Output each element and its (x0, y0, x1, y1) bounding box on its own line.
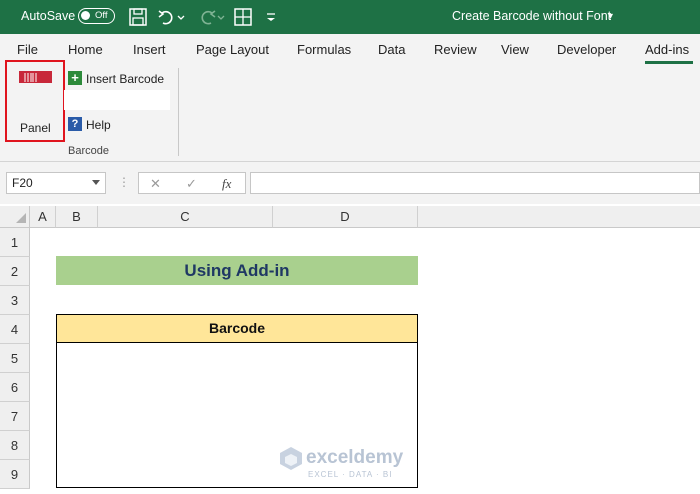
panel-label: Panel (20, 121, 51, 135)
group-separator (178, 68, 179, 156)
select-all-triangle (16, 213, 26, 223)
formula-bar-grip-icon: ⋮ (118, 175, 130, 189)
customize-toolbar-icon[interactable] (262, 6, 284, 28)
ribbon-tabs: File Home Insert Page Layout Formulas Da… (0, 34, 700, 64)
redo-icon[interactable] (196, 6, 218, 28)
autosave-state: Off (95, 10, 108, 21)
exceldemy-logo-icon (278, 445, 304, 474)
tab-data[interactable]: Data (378, 42, 405, 57)
row-header-8[interactable]: 8 (0, 431, 30, 460)
tab-developer[interactable]: Developer (557, 42, 616, 57)
insert-barcode-icon[interactable]: + (68, 71, 82, 85)
save-icon[interactable] (127, 6, 149, 28)
enter-icon[interactable]: ✓ (186, 176, 197, 192)
autosave-label: AutoSave (21, 9, 76, 23)
cancel-icon[interactable]: ✕ (150, 176, 161, 192)
title-cell[interactable]: Using Add-in (56, 256, 418, 285)
name-box[interactable]: F20 (6, 172, 106, 194)
help-button[interactable]: Help (86, 118, 111, 132)
title-bar: AutoSave Off Create Barcode without Font… (0, 0, 700, 34)
row-header-7[interactable]: 7 (0, 402, 30, 431)
row-header-4[interactable]: 4 (0, 315, 30, 344)
row-header-6[interactable]: 6 (0, 373, 30, 402)
column-header-d[interactable]: D (273, 206, 418, 228)
watermark-tagline: EXCEL · DATA · BI (308, 470, 393, 479)
column-header-blank (418, 206, 700, 228)
insert-function-icon[interactable]: fx (222, 176, 231, 192)
title-dropdown-icon[interactable]: ▾ (608, 11, 613, 22)
barcode-panel-icon (19, 71, 52, 83)
row-header-3[interactable]: 3 (0, 286, 30, 315)
insert-barcode-button[interactable]: Insert Barcode (86, 72, 164, 86)
tab-page-layout[interactable]: Page Layout (196, 42, 269, 57)
barcode-input[interactable] (64, 90, 170, 110)
help-icon[interactable]: ? (68, 117, 82, 131)
autosave-toggle[interactable]: Off (78, 8, 115, 24)
formula-input[interactable] (250, 172, 700, 194)
tab-home[interactable]: Home (68, 42, 103, 57)
document-title[interactable]: Create Barcode without Font (452, 9, 611, 23)
row-header-5[interactable]: 5 (0, 344, 30, 373)
row-header-1[interactable]: 1 (0, 228, 30, 257)
name-box-dropdown-icon[interactable] (92, 180, 100, 185)
tab-add-ins[interactable]: Add-ins (645, 42, 689, 57)
toggle-knob (81, 11, 90, 20)
tab-insert[interactable]: Insert (133, 42, 166, 57)
row-header-9[interactable]: 9 (0, 460, 30, 489)
tab-formulas[interactable]: Formulas (297, 42, 351, 57)
tab-file[interactable]: File (17, 42, 38, 57)
column-header-a[interactable]: A (30, 206, 56, 228)
barcode-group-label: Barcode (68, 145, 109, 157)
barcode-header-cell[interactable]: Barcode (56, 314, 418, 343)
undo-dropdown-icon[interactable] (176, 6, 198, 28)
tab-review[interactable]: Review (434, 42, 477, 57)
watermark-name: exceldemy (306, 447, 404, 468)
borders-icon[interactable] (232, 6, 254, 28)
column-header-b[interactable]: B (56, 206, 98, 228)
tab-view[interactable]: View (501, 42, 529, 57)
column-header-c[interactable]: C (98, 206, 273, 228)
row-header-2[interactable]: 2 (0, 257, 30, 286)
undo-icon[interactable] (156, 6, 178, 28)
